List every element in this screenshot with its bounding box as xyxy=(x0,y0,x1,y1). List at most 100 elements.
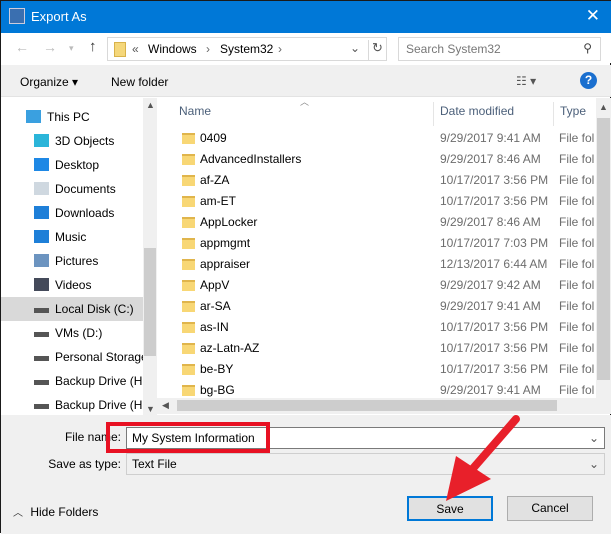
videos-icon xyxy=(34,278,49,291)
highlight-box xyxy=(106,422,270,453)
column-header-type[interactable]: Type xyxy=(554,102,596,126)
folder-icon xyxy=(182,196,195,207)
file-row[interactable]: am-ET 10/17/2017 3:56 PM File fol xyxy=(166,191,596,212)
search-input[interactable]: Search System32 ⚲ xyxy=(398,37,601,61)
back-arrow-icon[interactable]: ← xyxy=(15,39,29,55)
file-row[interactable]: appmgmt 10/17/2017 7:03 PM File fol xyxy=(166,233,596,254)
file-type: File fol xyxy=(559,278,595,292)
file-name: af-ZA xyxy=(200,173,230,187)
chevron-down-icon[interactable]: ⌄ xyxy=(589,454,599,474)
organize-button[interactable]: Organize ▾ xyxy=(20,75,78,89)
sidebar-item-label: Pictures xyxy=(55,254,99,268)
close-button[interactable]: ✕ xyxy=(586,6,600,26)
file-row[interactable]: AdvancedInstallers 9/29/2017 8:46 AM File … xyxy=(166,149,596,170)
file-date: 9/29/2017 9:41 AM xyxy=(440,299,541,313)
file-row[interactable]: AppLocker 9/29/2017 8:46 AM File fol xyxy=(166,212,596,233)
file-list-vscrollbar[interactable]: ▲ xyxy=(596,98,611,398)
new-folder-button[interactable]: New folder xyxy=(111,75,168,89)
file-date: 9/29/2017 8:46 AM xyxy=(440,152,541,166)
forward-arrow-icon[interactable]: → xyxy=(43,39,57,55)
file-list-scroll-thumb[interactable] xyxy=(597,118,610,380)
file-name: AppV xyxy=(200,278,230,292)
save-type-select[interactable]: Text File ⌄ xyxy=(126,453,605,475)
refresh-icon[interactable]: ↻ xyxy=(368,40,383,60)
hscroll-thumb[interactable] xyxy=(177,400,557,411)
sidebar-item[interactable]: This PC xyxy=(1,105,143,129)
sidebar-item[interactable]: Videos xyxy=(1,273,143,297)
download-icon xyxy=(34,206,49,219)
sidebar-item-label: Desktop xyxy=(55,158,100,172)
file-row[interactable]: ar-SA 9/29/2017 9:41 AM File fol xyxy=(166,296,596,317)
file-date: 9/29/2017 9:41 AM xyxy=(440,131,541,145)
breadcrumb-windows[interactable]: Windows xyxy=(148,42,197,56)
help-button[interactable]: ? xyxy=(580,72,597,89)
sidebar-item[interactable]: Pictures xyxy=(1,249,143,273)
folder-icon xyxy=(182,175,195,186)
drive-icon xyxy=(34,380,49,385)
search-icon: ⚲ xyxy=(583,41,592,55)
save-panel: File name: My System Information ⌄ Save … xyxy=(1,415,611,534)
sidebar-item[interactable]: 3D Objects xyxy=(1,129,143,153)
sidebar-item[interactable]: Desktop xyxy=(1,153,143,177)
view-options-button[interactable]: ☷ ▾ xyxy=(516,74,536,88)
sidebar-item[interactable]: Backup Drive (H:) xyxy=(1,369,143,393)
folder-icon xyxy=(182,154,195,165)
sidebar-item[interactable]: Backup Drive (H:) xyxy=(1,393,143,417)
sidebar-scrollbar[interactable]: ▲ ▼ xyxy=(143,98,157,416)
file-name: be-BY xyxy=(200,362,234,376)
sidebar-item-label: Backup Drive (H:) xyxy=(55,398,143,412)
file-type: File fol xyxy=(559,215,595,229)
sidebar-item-label: Music xyxy=(55,230,87,244)
sidebar-scroll-thumb[interactable] xyxy=(144,248,156,356)
file-type: File fol xyxy=(559,257,595,271)
sidebar-item-label: Local Disk (C:) xyxy=(55,302,134,316)
file-row[interactable]: 0409 9/29/2017 9:41 AM File fol xyxy=(166,128,596,149)
breadcrumb-separator[interactable]: › xyxy=(278,42,282,56)
file-row[interactable]: as-IN 10/17/2017 3:56 PM File fol xyxy=(166,317,596,338)
column-header-date[interactable]: Date modified xyxy=(434,102,554,126)
breadcrumb-system32[interactable]: System32 xyxy=(220,42,273,56)
file-name: ar-SA xyxy=(200,299,231,313)
sidebar-item[interactable]: Local Disk (C:) xyxy=(1,297,143,321)
sidebar-item[interactable]: Documents xyxy=(1,177,143,201)
sidebar-item[interactable]: Music xyxy=(1,225,143,249)
up-arrow-icon[interactable]: ↑ xyxy=(89,38,97,55)
hide-folders-button[interactable]: ︿ Hide Folders xyxy=(13,504,98,519)
column-header-name[interactable]: Name xyxy=(166,102,434,126)
file-row[interactable]: appraiser 12/13/2017 6:44 AM File fol xyxy=(166,254,596,275)
file-row[interactable]: be-BY 10/17/2017 3:56 PM File fol xyxy=(166,359,596,380)
save-button[interactable]: Save xyxy=(407,496,493,521)
folder-icon xyxy=(182,217,195,228)
sidebar-item[interactable]: VMs (D:) xyxy=(1,321,143,345)
toolbar: Organize ▾ New folder ☷ ▾ ? xyxy=(1,65,611,97)
file-row[interactable]: AppV 9/29/2017 9:42 AM File fol xyxy=(166,275,596,296)
sidebar-item-label: Documents xyxy=(55,182,116,196)
recent-dropdown-icon[interactable]: ▾ xyxy=(69,43,74,54)
chevron-down-icon[interactable]: ⌄ xyxy=(589,428,599,448)
chevron-down-icon[interactable]: ⌄ xyxy=(350,41,360,55)
address-bar[interactable]: « Windows › System32 › ⌄ ↻ xyxy=(107,37,387,61)
file-list-hscrollbar[interactable]: ◀ xyxy=(157,398,611,414)
file-type: File fol xyxy=(559,173,595,187)
sidebar-item[interactable]: Personal Storage xyxy=(1,345,143,369)
file-name: AdvancedInstallers xyxy=(200,152,302,166)
file-date: 10/17/2017 3:56 PM xyxy=(440,194,549,208)
folder-icon xyxy=(182,322,195,333)
sidebar-item[interactable]: Downloads xyxy=(1,201,143,225)
cancel-button[interactable]: Cancel xyxy=(507,496,593,521)
file-type: File fol xyxy=(559,383,595,397)
file-row[interactable]: bg-BG 9/29/2017 9:41 AM File fol xyxy=(166,380,596,398)
file-date: 9/29/2017 9:42 AM xyxy=(440,278,541,292)
pictures-icon xyxy=(34,254,49,267)
sidebar-item-label: Backup Drive (H:) xyxy=(55,374,143,388)
save-type-value: Text File xyxy=(132,457,177,471)
file-date: 9/29/2017 8:46 AM xyxy=(440,215,541,229)
file-name: appmgmt xyxy=(200,236,251,250)
computer-icon xyxy=(26,110,41,123)
file-row[interactable]: az-Latn-AZ 10/17/2017 3:56 PM File fol xyxy=(166,338,596,359)
breadcrumb-overflow[interactable]: « xyxy=(132,42,139,56)
file-row[interactable]: af-ZA 10/17/2017 3:56 PM File fol xyxy=(166,170,596,191)
sidebar-item-label: Videos xyxy=(55,278,92,292)
sidebar-item-label: Personal Storage xyxy=(55,350,143,364)
folder-icon xyxy=(182,385,195,396)
